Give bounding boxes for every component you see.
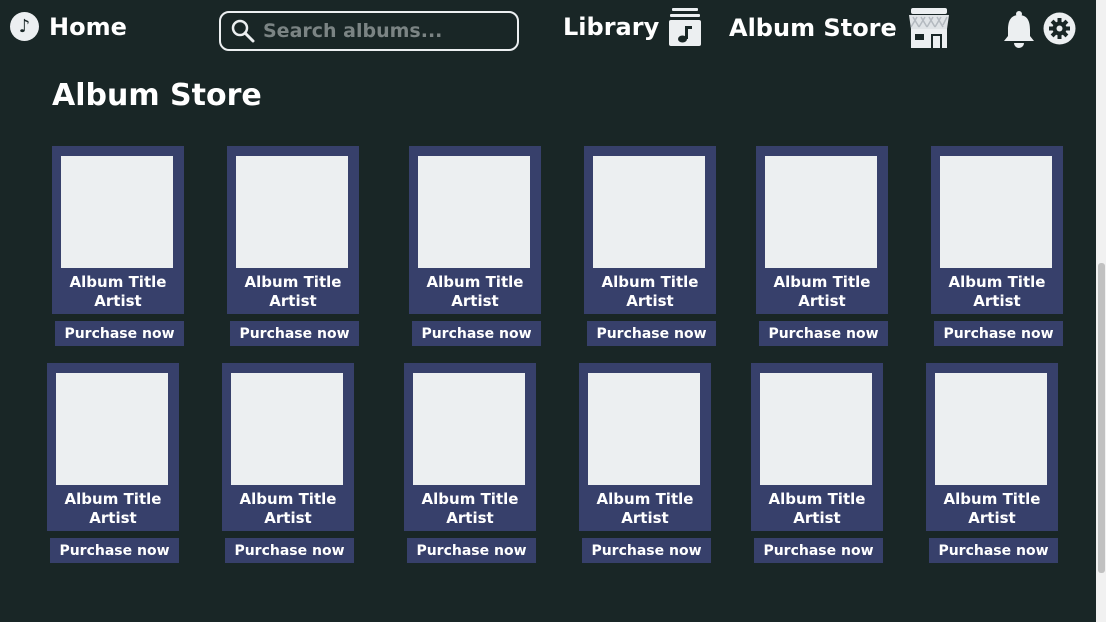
- purchase-button[interactable]: Purchase now: [50, 538, 179, 563]
- album-cover: [765, 156, 877, 268]
- album-cover: [236, 156, 348, 268]
- album-artist: Artist: [269, 292, 317, 310]
- home-link[interactable]: ♪ Home: [10, 12, 127, 41]
- album-card[interactable]: Album Title Artist: [47, 363, 179, 531]
- library-label: Library: [563, 13, 660, 41]
- album-title: Album Title: [64, 490, 162, 508]
- album-title: Album Title: [768, 490, 866, 508]
- album-cover: [56, 373, 168, 485]
- store-link[interactable]: Album Store: [729, 7, 951, 49]
- album-cover: [61, 156, 173, 268]
- album-cover: [760, 373, 872, 485]
- album-card[interactable]: Album Title Artist: [409, 146, 541, 314]
- library-link[interactable]: Library: [563, 7, 702, 47]
- album-card[interactable]: Album Title Artist: [222, 363, 354, 531]
- purchase-button[interactable]: Purchase now: [230, 321, 359, 346]
- album-card[interactable]: Album Title Artist: [579, 363, 711, 531]
- purchase-button[interactable]: Purchase now: [55, 321, 184, 346]
- album-cover: [935, 373, 1047, 485]
- purchase-button[interactable]: Purchase now: [929, 538, 1058, 563]
- album-card[interactable]: Album Title Artist: [751, 363, 883, 531]
- purchase-button[interactable]: Purchase now: [934, 321, 1063, 346]
- album-artist: Artist: [793, 509, 841, 527]
- storefront-icon: [908, 8, 949, 48]
- album-title: Album Title: [244, 273, 342, 291]
- page-title: Album Store: [52, 78, 262, 113]
- album-title: Album Title: [948, 273, 1046, 291]
- search-icon: [231, 19, 255, 43]
- album-artist: Artist: [973, 292, 1021, 310]
- music-library-icon: [669, 8, 702, 46]
- album-card[interactable]: Album Title Artist: [584, 146, 716, 314]
- album-artist: Artist: [94, 292, 142, 310]
- search-input[interactable]: [261, 19, 505, 43]
- album-title: Album Title: [596, 490, 694, 508]
- home-label: Home: [49, 12, 127, 41]
- music-note-circle-icon: ♪: [10, 12, 39, 41]
- bell-icon[interactable]: [1002, 10, 1036, 48]
- gear-icon[interactable]: [1043, 12, 1076, 45]
- album-artist: Artist: [446, 509, 494, 527]
- album-title: Album Title: [426, 273, 524, 291]
- album-card[interactable]: Album Title Artist: [756, 146, 888, 314]
- purchase-button[interactable]: Purchase now: [582, 538, 711, 563]
- album-artist: Artist: [621, 509, 669, 527]
- store-label: Album Store: [729, 14, 897, 42]
- album-cover: [588, 373, 700, 485]
- album-card[interactable]: Album Title Artist: [931, 146, 1063, 314]
- purchase-button[interactable]: Purchase now: [754, 538, 883, 563]
- album-title: Album Title: [69, 273, 167, 291]
- album-title: Album Title: [943, 490, 1041, 508]
- album-artist: Artist: [451, 292, 499, 310]
- purchase-button[interactable]: Purchase now: [225, 538, 354, 563]
- album-card[interactable]: Album Title Artist: [926, 363, 1058, 531]
- album-cover: [418, 156, 530, 268]
- album-title: Album Title: [601, 273, 699, 291]
- album-cover: [231, 373, 343, 485]
- album-artist: Artist: [968, 509, 1016, 527]
- album-card[interactable]: Album Title Artist: [404, 363, 536, 531]
- purchase-button[interactable]: Purchase now: [407, 538, 536, 563]
- album-title: Album Title: [239, 490, 337, 508]
- purchase-button[interactable]: Purchase now: [412, 321, 541, 346]
- purchase-button[interactable]: Purchase now: [759, 321, 888, 346]
- search-box[interactable]: [219, 11, 519, 51]
- album-artist: Artist: [264, 509, 312, 527]
- album-artist: Artist: [89, 509, 137, 527]
- purchase-button[interactable]: Purchase now: [587, 321, 716, 346]
- album-card[interactable]: Album Title Artist: [227, 146, 359, 314]
- album-cover: [940, 156, 1052, 268]
- album-card[interactable]: Album Title Artist: [52, 146, 184, 314]
- album-title: Album Title: [773, 273, 871, 291]
- scrollbar-thumb[interactable]: [1098, 263, 1105, 573]
- album-title: Album Title: [421, 490, 519, 508]
- album-cover: [593, 156, 705, 268]
- album-artist: Artist: [626, 292, 674, 310]
- top-nav: ♪ Home Library Album Store: [0, 0, 1096, 62]
- album-artist: Artist: [798, 292, 846, 310]
- album-cover: [413, 373, 525, 485]
